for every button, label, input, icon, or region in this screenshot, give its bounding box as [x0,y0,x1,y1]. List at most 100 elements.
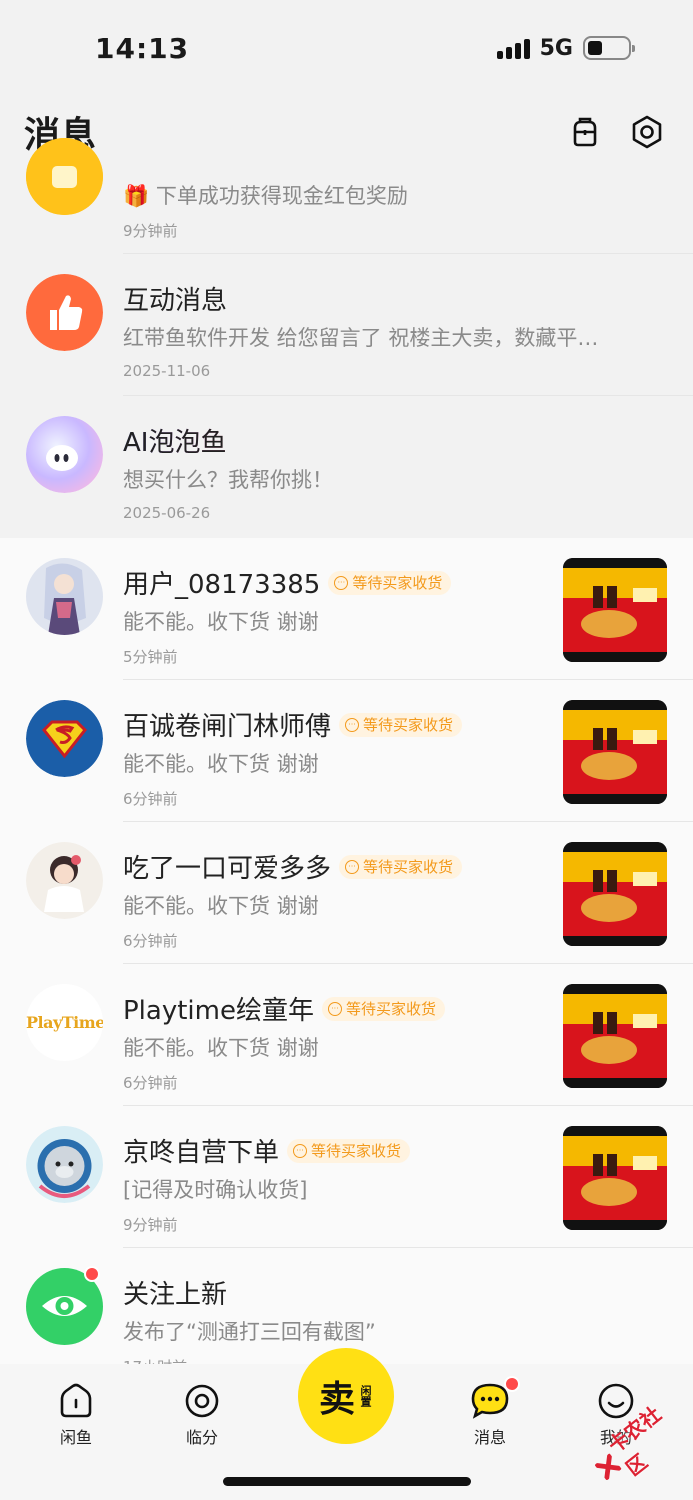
message-preview: 能不能。收下货 谢谢 [123,1036,319,1060]
status-badge: ··· 等待买家收货 [339,854,463,879]
tab-messages[interactable]: 消息 [450,1376,530,1448]
ai-bubble-icon [26,416,103,493]
sell-button[interactable]: 卖 闲置 [298,1348,394,1444]
status-right: 5G [496,35,635,61]
tab-home[interactable]: 闲鱼 [36,1382,116,1448]
contact-name-text: 用户_08173385 [123,570,321,600]
network-type: 5G [539,35,573,61]
home-indicator[interactable] [223,1477,471,1486]
status-badge-text: 等待买家收货 [363,858,454,876]
product-thumbnail[interactable] [563,558,667,662]
list-item-chat[interactable]: PlayTime Playtime绘童年 ··· 等待买家收货 能不能。收下货 … [0,964,693,1106]
cartoon-girl-avatar [26,842,103,919]
thumbs-up-icon [26,274,103,351]
message-preview: 想买什么？我帮你挑！ [123,468,333,492]
bag-icon[interactable] [567,114,603,150]
location-icon [185,1384,219,1418]
message-time: 9分钟前 [123,222,178,240]
message-time: 6分钟前 [123,932,178,950]
list-item-ai-fish[interactable]: AI泡泡鱼 想买什么？我帮你挑！ 2025-06-26 [0,396,693,538]
tab-nearby[interactable]: 临分 [162,1382,242,1448]
contact-name: AI泡泡鱼 [123,422,226,459]
message-preview: 能不能。收下货 谢谢 [123,752,319,776]
contact-name-text: 京咚自营下单 [123,1138,280,1168]
product-thumbnail[interactable] [563,1126,667,1230]
contact-name: 用户_08173385 ··· 等待买家收货 [123,564,452,601]
message-time: 2025-06-26 [123,504,211,522]
mcdonalds-coupon-image [563,558,667,662]
message-time: 9分钟前 [123,1216,178,1234]
avatar-ai-fish [26,416,103,493]
status-badge-text: 等待买家收货 [311,1142,402,1160]
unread-dot [84,1266,100,1282]
sell-label: 卖 [318,1378,355,1420]
seal-astronaut-avatar [26,1126,103,1203]
avatar: PlayTime [26,984,103,1061]
contact-name: 吃了一口可爱多多 ··· 等待买家收货 [123,848,463,885]
bell-icon [26,138,103,215]
header: 消息 [0,96,693,168]
list-item-chat[interactable]: 吃了一口可爱多多 ··· 等待买家收货 能不能。收下货 谢谢 6分钟前 [0,822,693,964]
status-badge: ··· 等待买家收货 [321,996,445,1021]
avatar [26,842,103,919]
message-time: 2025-11-06 [123,362,211,380]
message-time: 5分钟前 [123,648,178,666]
avatar-order [26,138,103,215]
signal-icon [496,37,530,59]
product-thumbnail[interactable] [563,700,667,804]
contact-name: 京咚自营下单 ··· 等待买家收货 [123,1132,411,1169]
product-thumbnail[interactable] [563,842,667,946]
pending-icon: ··· [345,859,360,874]
pending-icon: ··· [293,1143,308,1158]
mcdonalds-coupon-image [563,984,667,1088]
pending-icon: ··· [327,1001,342,1016]
contact-name-text: 吃了一口可爱多多 [123,854,332,884]
message-list: 🎁 下单成功获得现金红包奖励 9分钟前 互动消息 红带鱼软件开发 给您留言了 祝… [0,138,693,1376]
playtime-logo: PlayTime [26,1013,103,1032]
home-icon [60,1383,92,1418]
avatar [26,700,103,777]
contact-name: 互动消息 [123,286,228,316]
pending-icon: ··· [334,575,349,590]
avatar [26,558,103,635]
battery-icon [583,36,635,60]
avatar-interaction [26,274,103,351]
avatar [26,1126,103,1203]
unread-dot [504,1376,520,1392]
contact-name-text: Playtime绘童年 [123,996,314,1026]
list-item-chat[interactable]: 百诚卷闸门林师傅 ··· 等待买家收货 能不能。收下货 谢谢 6分钟前 [0,680,693,822]
list-item-interaction[interactable]: 互动消息 红带鱼软件开发 给您留言了 祝楼主大卖，数藏平… 2025-11-06 [0,254,693,396]
tab-label: 临分 [185,1428,218,1447]
status-badge: ··· 等待买家收货 [328,570,452,595]
status-time: 14:13 [95,31,190,65]
product-thumbnail[interactable] [563,984,667,1088]
message-preview: 能不能。收下货 谢谢 [123,610,319,634]
pending-icon: ··· [345,717,360,732]
status-badge: ··· 等待买家收货 [339,712,463,737]
header-actions [567,114,665,150]
list-item-chat[interactable]: 京咚自营下单 ··· 等待买家收货 [记得及时确认收货] 9分钟前 [0,1106,693,1248]
contact-name-text: 百诚卷闸门林师傅 [123,712,332,742]
superman-logo-avatar [26,700,103,777]
message-preview: 🎁 下单成功获得现金红包奖励 [123,184,408,208]
status-badge-text: 等待买家收货 [345,1000,436,1018]
mcdonalds-coupon-image [563,1126,667,1230]
message-preview: [记得及时确认收货] [123,1178,308,1202]
contact-name: 关注上新 [123,1280,228,1310]
message-time: 6分钟前 [123,790,178,808]
message-time: 6分钟前 [123,1074,178,1092]
message-preview: 红带鱼软件开发 给您留言了 祝楼主大卖，数藏平… [123,326,599,350]
settings-icon[interactable] [629,114,665,150]
status-badge-text: 等待买家收货 [363,716,454,734]
contact-name: Playtime绘童年 ··· 等待买家收货 [123,990,445,1027]
sell-sub-label: 闲置 [359,1385,372,1407]
message-preview: 能不能。收下货 谢谢 [123,894,319,918]
avatar-follow [26,1266,103,1345]
status-badge-text: 等待买家收货 [352,574,443,592]
tab-label: 消息 [473,1428,506,1447]
list-item-chat[interactable]: 用户_08173385 ··· 等待买家收货 能不能。收下货 谢谢 5分钟前 [0,538,693,680]
tab-label: 闲鱼 [59,1428,92,1447]
contact-name: 百诚卷闸门林师傅 ··· 等待买家收货 [123,706,463,743]
anime-character-avatar [26,558,103,635]
list-item-order-notice[interactable]: 🎁 下单成功获得现金红包奖励 9分钟前 [0,138,693,254]
